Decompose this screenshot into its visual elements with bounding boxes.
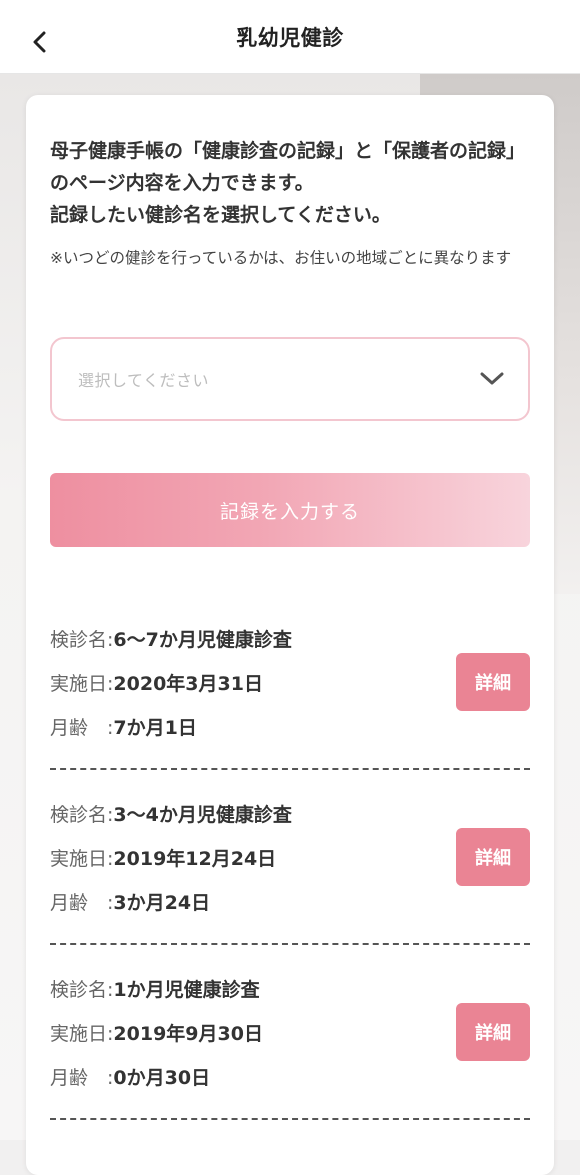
- checkup-card: 母子健康手帳の「健康診査の記録」と「保護者の記録」のページ内容を入力できます。 …: [26, 95, 554, 1175]
- intro-line-2: 記録したい健診名を選択してください。: [50, 204, 391, 226]
- record-item: 検診名:6〜7か月児健康診査 実施日:2020年3月31日 月齢 :7か月1日 …: [50, 605, 530, 780]
- detail-button[interactable]: 詳細: [456, 828, 530, 886]
- record-name-row: 検診名:1か月児健康診査: [50, 975, 260, 1002]
- date-label: 実施日:: [50, 673, 114, 695]
- dashed-divider: [50, 768, 530, 770]
- record-item: 検診名:1か月児健康診査 実施日:2019年9月30日 月齢 :0か月30日 詳…: [50, 955, 530, 1130]
- record-age-row: 月齢 :0か月30日: [50, 1063, 210, 1090]
- record-list: 検診名:6〜7か月児健康診査 実施日:2020年3月31日 月齢 :7か月1日 …: [50, 605, 530, 1130]
- detail-button[interactable]: 詳細: [456, 1003, 530, 1061]
- record-date-row: 実施日:2019年12月24日: [50, 844, 276, 871]
- date-label: 実施日:: [50, 1023, 114, 1045]
- record-date: 2020年3月31日: [113, 673, 263, 695]
- record-age-row: 月齢 :7か月1日: [50, 713, 197, 740]
- record-date: 2019年12月24日: [113, 848, 277, 870]
- record-date-row: 実施日:2019年9月30日: [50, 1019, 263, 1046]
- select-placeholder: 選択してください: [78, 371, 210, 390]
- dashed-divider: [50, 1118, 530, 1120]
- enter-record-label: 記録を入力する: [219, 500, 360, 523]
- record-age: 0か月30日: [113, 1067, 211, 1089]
- age-label: 月齢 :: [50, 892, 114, 914]
- record-age-row: 月齢 :3か月24日: [50, 888, 210, 915]
- chevron-down-icon: [480, 372, 504, 385]
- back-button[interactable]: [20, 22, 60, 62]
- name-label: 検診名:: [50, 804, 114, 826]
- record-name-row: 検診名:3〜4か月児健康診査: [50, 800, 292, 827]
- intro-line-1: 母子健康手帳の「健康診査の記録」と「保護者の記録」のページ内容を入力できます。: [50, 140, 526, 194]
- age-label: 月齢 :: [50, 717, 114, 739]
- detail-button[interactable]: 詳細: [456, 653, 530, 711]
- chevron-left-icon: [33, 31, 46, 53]
- record-name: 3〜4か月児健康診査: [113, 804, 292, 826]
- record-name-row: 検診名:6〜7か月児健康診査: [50, 625, 292, 652]
- region-note: ※いつどの健診を行っているかは、お住いの地域ごとに異なります: [50, 249, 512, 267]
- name-label: 検診名:: [50, 629, 114, 651]
- age-label: 月齢 :: [50, 1067, 114, 1089]
- dashed-divider: [50, 943, 530, 945]
- record-name: 6〜7か月児健康診査: [113, 629, 292, 651]
- page-title: 乳幼児健診: [236, 25, 344, 50]
- record-age: 7か月1日: [113, 717, 197, 739]
- detail-label: 詳細: [475, 673, 511, 694]
- detail-label: 詳細: [475, 848, 511, 869]
- record-age: 3か月24日: [113, 892, 211, 914]
- record-date-row: 実施日:2020年3月31日: [50, 669, 263, 696]
- checkup-select[interactable]: 選択してください: [50, 337, 530, 421]
- app-header: 乳幼児健診: [0, 0, 580, 74]
- enter-record-button[interactable]: 記録を入力する: [50, 473, 530, 547]
- record-name: 1か月児健康診査: [113, 979, 260, 1001]
- detail-label: 詳細: [475, 1023, 511, 1044]
- intro-text: 母子健康手帳の「健康診査の記録」と「保護者の記録」のページ内容を入力できます。 …: [50, 135, 536, 231]
- name-label: 検診名:: [50, 979, 114, 1001]
- date-label: 実施日:: [50, 848, 114, 870]
- record-item: 検診名:3〜4か月児健康診査 実施日:2019年12月24日 月齢 :3か月24…: [50, 780, 530, 955]
- record-date: 2019年9月30日: [113, 1023, 263, 1045]
